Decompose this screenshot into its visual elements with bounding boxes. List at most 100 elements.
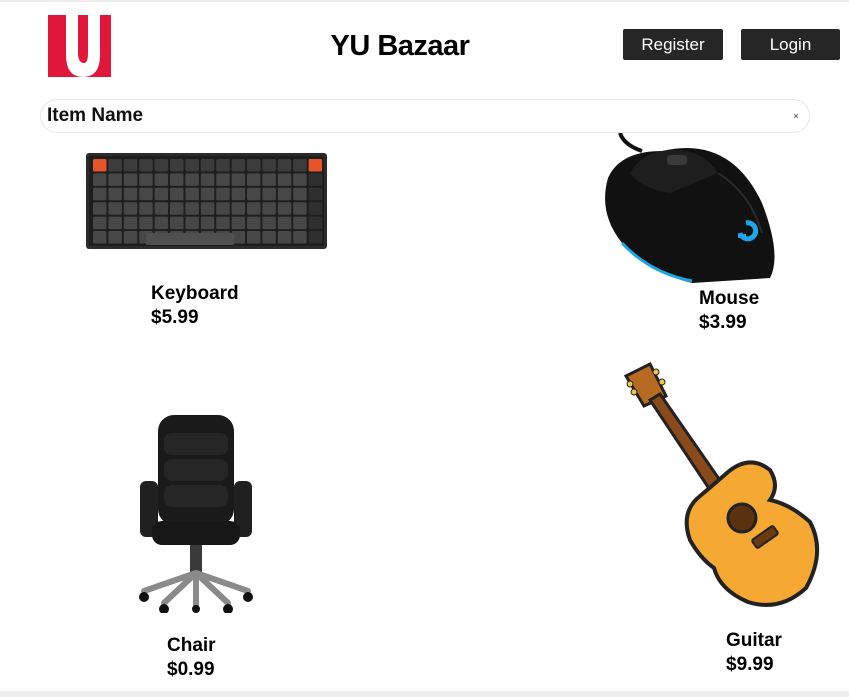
keycap xyxy=(108,187,122,201)
keycap xyxy=(216,202,230,215)
keycap xyxy=(277,187,292,201)
keycap xyxy=(231,216,246,230)
keycap xyxy=(293,159,307,172)
keycap xyxy=(123,187,138,201)
chair-image xyxy=(139,415,253,613)
keycap xyxy=(247,231,261,244)
keycap xyxy=(293,202,307,215)
keycap xyxy=(216,173,230,186)
keycap xyxy=(262,173,276,186)
keycap xyxy=(93,231,107,244)
keycap xyxy=(123,231,138,244)
keycap xyxy=(277,173,292,186)
keycap xyxy=(247,202,261,215)
keycap xyxy=(185,216,199,230)
keycap xyxy=(108,173,122,186)
keycap xyxy=(308,231,323,244)
keycap xyxy=(185,202,199,215)
keycap xyxy=(139,173,153,186)
keycap xyxy=(154,159,169,172)
login-button[interactable]: Login xyxy=(741,29,840,60)
keycap xyxy=(216,216,230,230)
keycap xyxy=(231,159,246,172)
keycap xyxy=(308,159,323,172)
keycap xyxy=(93,187,107,201)
bottom-border xyxy=(0,691,849,697)
keycap xyxy=(262,159,276,172)
keycap xyxy=(123,173,138,186)
keycap xyxy=(139,216,153,230)
keycap xyxy=(262,187,276,201)
search-bar: × xyxy=(40,99,810,133)
keycap xyxy=(139,187,153,201)
keycap xyxy=(308,202,323,215)
product-price: $3.99 xyxy=(699,312,747,333)
keycap xyxy=(293,231,307,244)
keycap xyxy=(139,202,153,215)
keycap xyxy=(170,187,184,201)
keycap xyxy=(231,202,246,215)
keycap xyxy=(200,216,215,230)
product-name: Keyboard xyxy=(151,283,239,304)
keycap xyxy=(123,159,138,172)
keycap xyxy=(108,202,122,215)
keycap xyxy=(308,173,323,186)
keycap xyxy=(262,202,276,215)
spacebar xyxy=(146,233,234,245)
keycap xyxy=(231,187,246,201)
keycap xyxy=(93,173,107,186)
product-price: $0.99 xyxy=(167,659,215,680)
mouse-image xyxy=(605,133,775,283)
product-price: $9.99 xyxy=(726,654,774,675)
keycap xyxy=(93,159,107,172)
product-name: Guitar xyxy=(726,630,782,651)
keycap xyxy=(247,173,261,186)
keycap xyxy=(277,202,292,215)
keycap xyxy=(93,202,107,215)
keycap xyxy=(262,231,276,244)
keycap xyxy=(170,173,184,186)
keycap xyxy=(185,187,199,201)
keycap xyxy=(293,187,307,201)
keycap xyxy=(308,187,323,201)
keycap xyxy=(185,173,199,186)
search-input[interactable] xyxy=(47,104,767,128)
keycap xyxy=(200,202,215,215)
keycap xyxy=(293,216,307,230)
keyboard-image xyxy=(86,153,327,249)
keycap xyxy=(247,187,261,201)
register-button[interactable]: Register xyxy=(623,29,723,60)
keycap xyxy=(247,159,261,172)
keycap xyxy=(200,187,215,201)
keycap xyxy=(216,187,230,201)
product-name: Mouse xyxy=(699,288,760,309)
keycap xyxy=(262,216,276,230)
clear-search-icon[interactable]: × xyxy=(789,109,803,123)
keycap xyxy=(293,173,307,186)
keycap xyxy=(200,159,215,172)
keycap xyxy=(216,159,230,172)
keycap xyxy=(170,159,184,172)
keycap xyxy=(277,159,292,172)
keycap xyxy=(277,216,292,230)
keycap xyxy=(108,216,122,230)
keycap xyxy=(154,202,169,215)
guitar-image xyxy=(623,362,820,607)
keycap xyxy=(123,216,138,230)
keycap xyxy=(170,216,184,230)
keycap xyxy=(185,159,199,172)
keycap xyxy=(277,231,292,244)
keycap xyxy=(123,202,138,215)
keycap xyxy=(93,216,107,230)
product-name: Chair xyxy=(167,635,216,656)
keycap xyxy=(308,216,323,230)
keycap xyxy=(247,216,261,230)
keycap xyxy=(200,173,215,186)
keycap xyxy=(108,231,122,244)
top-border xyxy=(0,0,849,2)
keycap xyxy=(154,173,169,186)
keycap xyxy=(154,216,169,230)
keycap xyxy=(231,173,246,186)
product-price: $5.99 xyxy=(151,307,199,328)
keycap xyxy=(170,202,184,215)
